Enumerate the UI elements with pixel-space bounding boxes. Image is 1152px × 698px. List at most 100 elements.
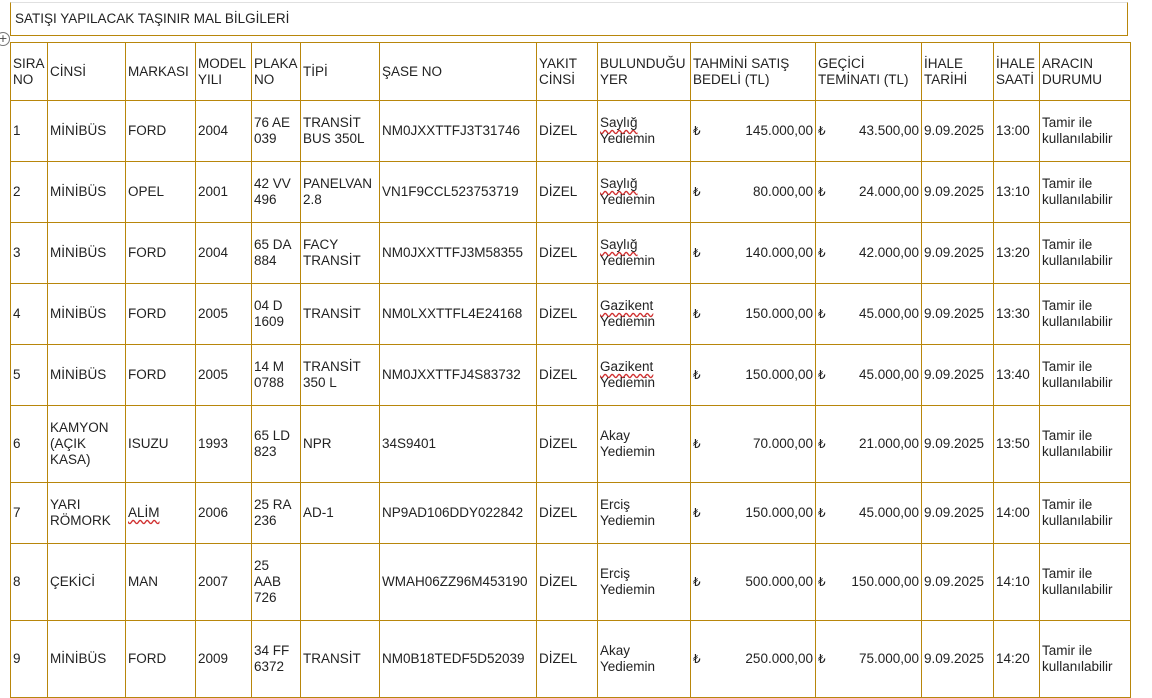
- cell-yer: Saylığ Yediemin: [597, 222, 691, 284]
- cell-cinsi: MİNİBÜS: [47, 283, 126, 345]
- cell-yer: Gazikent Yediemin: [597, 344, 691, 406]
- cell-yer: Erciş Yediemin: [597, 543, 691, 621]
- table-body: 1 MİNİBÜS FORD 2004 76 AE 039 TRANSİT BUS 350…: [10, 100, 1131, 698]
- cell-model: 2004: [195, 222, 252, 284]
- header-model: MODEL YILI: [195, 42, 252, 101]
- table-row: 2 MİNİBÜS OPEL 2001 42 VV 496 PANELVAN 2.8 VN1…: [10, 161, 1131, 223]
- cell-saat: 13:00: [993, 100, 1040, 162]
- cell-teminat: ₺ 21.000,00: [815, 405, 922, 483]
- cell-sira: 3: [10, 222, 48, 284]
- cell-sira: 2: [10, 161, 48, 223]
- currency-symbol: ₺: [693, 185, 701, 199]
- currency-symbol: ₺: [693, 652, 701, 666]
- amount-value: 45.000,00: [858, 505, 919, 520]
- cell-tipi: TRANSİT BUS 350L: [300, 100, 380, 162]
- cell-sase: WMAH06ZZ96M453190: [379, 543, 537, 621]
- expand-icon[interactable]: +: [0, 32, 10, 46]
- cell-cinsi: MİNİBÜS: [47, 222, 126, 284]
- cell-model: 2005: [195, 344, 252, 406]
- cell-model: 1993: [195, 405, 252, 483]
- currency-symbol: ₺: [818, 246, 826, 260]
- cell-plaka: 42 VV 496: [251, 161, 301, 223]
- location-name: Gazikent: [600, 298, 654, 313]
- header-row: SIRA NO CİNSİ MARKASI MODEL YILI PLAKA N…: [10, 42, 1131, 101]
- header-durum: ARACIN DURUMU: [1039, 42, 1131, 101]
- table-row: 8 ÇEKİCİ MAN 2007 25 AAB 726 WMAH06ZZ96M45319…: [10, 543, 1131, 621]
- cell-plaka: 14 M 0788: [251, 344, 301, 406]
- cell-durum: Tamir ile kullanılabilir: [1039, 222, 1131, 284]
- cell-tarih: 9.09.2025: [921, 161, 994, 223]
- table-row: 4 MİNİBÜS FORD 2005 04 D 1609 TRANSİT NM0LXXTT…: [10, 283, 1131, 345]
- cell-tarih: 9.09.2025: [921, 100, 994, 162]
- section-title-box: SATIŞI YAPILACAK TAŞINIR MAL BİLGİLERİ: [10, 2, 1128, 36]
- header-tarih: İHALE TARİHİ: [921, 42, 994, 101]
- cell-plaka: 25 AAB 726: [251, 543, 301, 621]
- currency-symbol: ₺: [818, 575, 826, 589]
- cell-sira: 8: [10, 543, 48, 621]
- location-name: Erciş: [600, 497, 630, 512]
- amount-value: 45.000,00: [858, 306, 919, 321]
- cell-plaka: 25 RA 236: [251, 482, 301, 544]
- cell-durum: Tamir ile kullanılabilir: [1039, 543, 1131, 621]
- cell-bedel: ₺ 140.000,00: [690, 222, 816, 284]
- cell-tipi: TRANSİT: [300, 620, 380, 698]
- currency-symbol: ₺: [818, 652, 826, 666]
- cell-cinsi: KAMYON (AÇIK KASA): [47, 405, 126, 483]
- amount-value: 21.000,00: [858, 436, 919, 451]
- header-cinsi: CİNSİ: [47, 42, 126, 101]
- cell-markasi: ISUZU: [125, 405, 196, 483]
- cell-bedel: ₺ 250.000,00: [690, 620, 816, 698]
- cell-plaka: 04 D 1609: [251, 283, 301, 345]
- section-title: SATIŞI YAPILACAK TAŞINIR MAL BİLGİLERİ: [15, 11, 290, 26]
- currency-symbol: ₺: [693, 124, 701, 138]
- location-type: Yediemin: [600, 513, 656, 528]
- cell-durum: Tamir ile kullanılabilir: [1039, 405, 1131, 483]
- location-name: Erciş: [600, 566, 630, 581]
- table-row: 1 MİNİBÜS FORD 2004 76 AE 039 TRANSİT BUS 350…: [10, 100, 1131, 162]
- cell-model: 2005: [195, 283, 252, 345]
- amount-value: 140.000,00: [745, 245, 813, 260]
- header-yakit: YAKIT CİNSİ: [536, 42, 598, 101]
- cell-bedel: ₺ 145.000,00: [690, 100, 816, 162]
- cell-teminat: ₺ 24.000,00: [815, 161, 922, 223]
- cell-markasi: FORD: [125, 222, 196, 284]
- amount-value: 45.000,00: [858, 367, 919, 382]
- cell-tarih: 9.09.2025: [921, 283, 994, 345]
- cell-tipi: PANELVAN 2.8: [300, 161, 380, 223]
- currency-symbol: ₺: [693, 368, 701, 382]
- currency-symbol: ₺: [818, 185, 826, 199]
- cell-teminat: ₺ 45.000,00: [815, 482, 922, 544]
- cell-tipi: TRANSİT 350 L: [300, 344, 380, 406]
- location-name: Akay: [600, 643, 631, 658]
- header-teminat: GEÇİCİ TEMİNATI (TL): [815, 42, 922, 101]
- cell-sase: NM0JXXTTFJ3T31746: [379, 100, 537, 162]
- amount-value: 42.000,00: [858, 245, 919, 260]
- table-row: 7 YARI RÖMORK ALİM 2006 25 RA 236 AD-1 NP9AD10…: [10, 482, 1131, 544]
- cell-saat: 13:30: [993, 283, 1040, 345]
- currency-symbol: ₺: [693, 307, 701, 321]
- currency-symbol: ₺: [818, 506, 826, 520]
- cell-sase: NM0LXXTTFL4E24168: [379, 283, 537, 345]
- cell-yakit: DİZEL: [536, 100, 598, 162]
- cell-sase: 34S9401: [379, 405, 537, 483]
- cell-tarih: 9.09.2025: [921, 405, 994, 483]
- cell-teminat: ₺ 43.500,00: [815, 100, 922, 162]
- currency-symbol: ₺: [818, 368, 826, 382]
- location-type: Yediemin: [600, 659, 656, 674]
- amount-value: 75.000,00: [858, 651, 919, 666]
- currency-symbol: ₺: [693, 506, 701, 520]
- cell-tarih: 9.09.2025: [921, 482, 994, 544]
- currency-symbol: ₺: [693, 437, 701, 451]
- cell-yakit: DİZEL: [536, 482, 598, 544]
- cell-sira: 9: [10, 620, 48, 698]
- cell-model: 2001: [195, 161, 252, 223]
- cell-yer: Erciş Yediemin: [597, 482, 691, 544]
- cell-yer: Gazikent Yediemin: [597, 283, 691, 345]
- cell-saat: 13:10: [993, 161, 1040, 223]
- cell-model: 2006: [195, 482, 252, 544]
- cell-sira: 6: [10, 405, 48, 483]
- header-sira: SIRA NO: [10, 42, 48, 101]
- cell-cinsi: ÇEKİCİ: [47, 543, 126, 621]
- cell-yakit: DİZEL: [536, 620, 598, 698]
- cell-bedel: ₺ 150.000,00: [690, 482, 816, 544]
